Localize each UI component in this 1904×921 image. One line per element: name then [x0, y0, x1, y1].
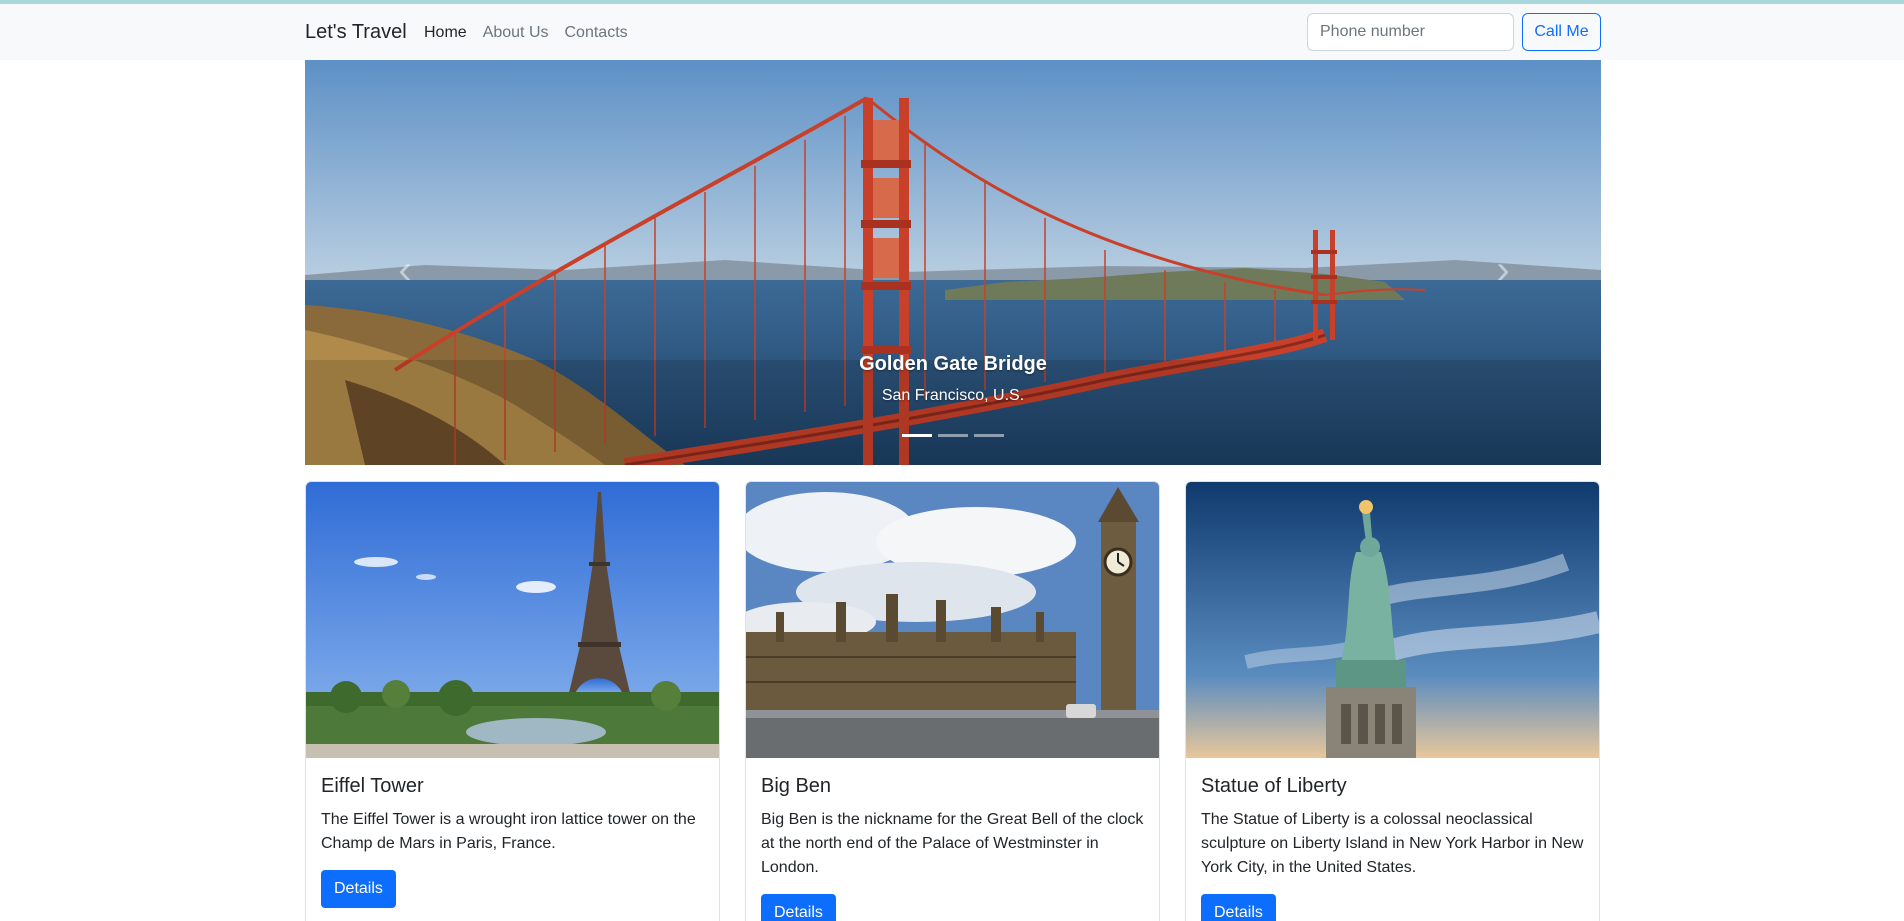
- carousel: Golden Gate Bridge San Francisco, U.S. ‹…: [305, 60, 1601, 465]
- card-title: Statue of Liberty: [1201, 775, 1347, 797]
- carousel-indicator-2[interactable]: [938, 434, 968, 437]
- chevron-right-icon: ›: [1496, 247, 1510, 292]
- carousel-caption-subtitle: San Francisco, U.S.: [881, 387, 1025, 404]
- big-ben-image: [746, 482, 1159, 758]
- nav-link-about-us[interactable]: About Us: [483, 24, 549, 42]
- card-title: Eiffel Tower: [321, 775, 424, 797]
- card-text: The Eiffel Tower is a wrought iron latti…: [321, 811, 696, 852]
- details-button[interactable]: Details: [761, 894, 836, 921]
- details-button[interactable]: Details: [1201, 894, 1276, 921]
- brand-logo[interactable]: Let's Travel: [305, 21, 407, 44]
- card-big-ben: Big Ben Big Ben is the nickname for the …: [745, 481, 1160, 921]
- card-title: Big Ben: [761, 775, 832, 797]
- card-text: Big Ben is the nickname for the Great Be…: [761, 811, 1144, 876]
- details-button[interactable]: Details: [321, 870, 396, 908]
- navbar: Let's Travel Home About Us Contacts Call…: [0, 4, 1904, 60]
- carousel-indicator-1[interactable]: [902, 434, 932, 437]
- card-text: The Statue of Liberty is a colossal neoc…: [1201, 811, 1584, 876]
- carousel-next-button[interactable]: ›: [1473, 240, 1533, 300]
- nav-link-home[interactable]: Home: [424, 24, 467, 42]
- chevron-left-icon: ‹: [398, 247, 412, 292]
- carousel-indicator-3[interactable]: [974, 434, 1004, 437]
- card-statue-of-liberty: Statue of Liberty The Statue of Liberty …: [1185, 481, 1600, 921]
- carousel-indicators: [305, 434, 1601, 437]
- call-me-button[interactable]: Call Me: [1522, 13, 1601, 51]
- statue-of-liberty-image: [1186, 482, 1599, 758]
- eiffel-tower-image: [306, 482, 719, 758]
- carousel-caption-title: Golden Gate Bridge: [859, 353, 1047, 375]
- card-eiffel-tower: Eiffel Tower The Eiffel Tower is a wroug…: [305, 481, 720, 921]
- nav-menu: Home About Us Contacts: [424, 24, 628, 42]
- carousel-prev-button[interactable]: ‹: [375, 240, 435, 300]
- nav-link-contacts[interactable]: Contacts: [565, 24, 628, 42]
- phone-number-input[interactable]: [1307, 13, 1514, 51]
